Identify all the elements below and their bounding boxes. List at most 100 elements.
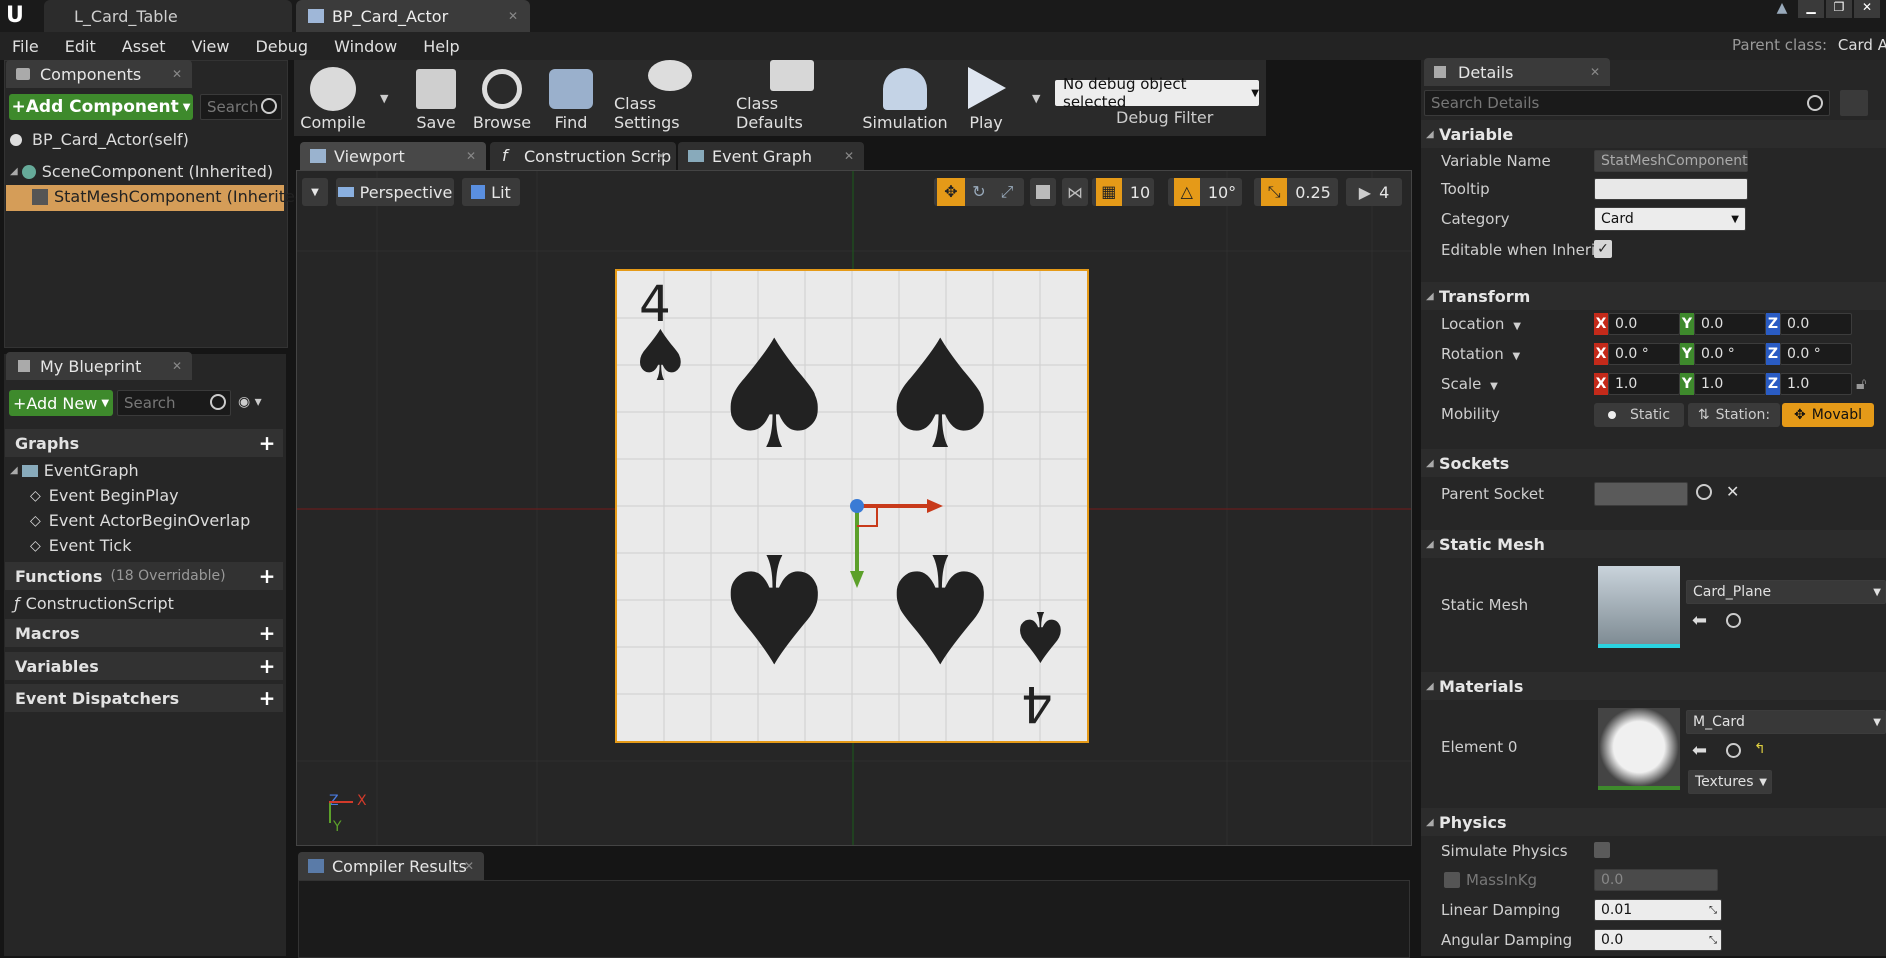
add-component-button[interactable]: +Add Component ▼ — [9, 94, 193, 120]
clear-socket-icon[interactable]: ✕ — [1726, 482, 1739, 501]
lit-button[interactable]: Lit — [462, 178, 520, 206]
rotation-z-field[interactable]: 0.0 ° — [1780, 343, 1852, 365]
blueprint-search-input[interactable]: Search — [117, 390, 231, 416]
tooltip-field[interactable] — [1594, 178, 1748, 200]
event-graph-item[interactable]: ◢ EventGraph — [10, 461, 139, 480]
tab-bp-card-actor[interactable]: BP_Card_Actor ✕ — [296, 0, 530, 32]
surface-snap-button[interactable]: ⋈ — [1062, 178, 1088, 206]
static-mesh-select[interactable]: Card_Plane ▼ — [1686, 580, 1886, 604]
dispatchers-section[interactable]: Event Dispatchers + — [5, 684, 283, 712]
close-icon[interactable]: ✕ — [656, 149, 666, 163]
variables-section[interactable]: Variables + — [5, 652, 283, 680]
functions-section[interactable]: Functions (18 Overridable) + — [5, 562, 283, 590]
my-blueprint-tab[interactable]: My Blueprint ✕ — [6, 352, 192, 380]
transform-section[interactable]: ◢ Transform — [1421, 282, 1886, 310]
material-thumbnail[interactable] — [1598, 708, 1680, 790]
mass-field[interactable]: 0.0 — [1594, 869, 1718, 891]
physics-section[interactable]: ◢ Physics — [1421, 808, 1886, 836]
add-macro-icon[interactable]: + — [257, 623, 277, 643]
parent-class-value[interactable]: Card Ac — [1838, 36, 1886, 54]
compile-options-icon[interactable]: ▼ — [380, 92, 388, 105]
variable-section[interactable]: ◢ Variable — [1421, 120, 1886, 148]
lock-icon[interactable]: 🔓︎ — [1856, 374, 1866, 394]
use-selected-icon[interactable]: ⬅ — [1692, 740, 1707, 761]
add-new-button[interactable]: +Add New ▼ — [9, 390, 113, 416]
compiler-results-tab[interactable]: Compiler Results ✕ — [298, 852, 484, 880]
drag-handle-icon[interactable]: ⤡ — [1709, 905, 1717, 916]
grid-snap-button[interactable]: ▦ 10 — [1092, 178, 1154, 206]
close-icon[interactable]: ✕ — [172, 67, 182, 81]
mobility-stationary-button[interactable]: ⇅ Station: — [1688, 403, 1780, 427]
linear-damping-field[interactable]: 0.01 ⤡ — [1594, 899, 1722, 921]
rotation-y-field[interactable]: 0.0 ° — [1694, 343, 1766, 365]
component-scene[interactable]: ◢ SceneComponent (Inherited) — [10, 162, 273, 181]
event-item[interactable]: ◇ Event Tick — [30, 536, 132, 555]
camera-speed-button[interactable]: ▶ 4 — [1346, 178, 1402, 206]
location-label[interactable]: Location ▼ — [1441, 315, 1521, 333]
eye-icon[interactable]: ◉ ▾ — [238, 394, 272, 412]
browse-socket-icon[interactable] — [1696, 484, 1712, 500]
material-select[interactable]: M_Card ▼ — [1686, 710, 1886, 734]
tab-construction-script[interactable]: f Construction Scrip ✕ — [490, 142, 676, 170]
static-mesh-thumbnail[interactable] — [1598, 566, 1680, 648]
unreal-logo-icon[interactable]: U — [6, 4, 32, 28]
play-options-icon[interactable]: ▼ — [1032, 92, 1040, 105]
close-icon[interactable]: ✕ — [464, 859, 474, 873]
menu-asset[interactable]: Asset — [122, 37, 166, 56]
scale-y-field[interactable]: 1.0 — [1694, 373, 1766, 395]
close-icon[interactable]: ✕ — [1590, 65, 1600, 79]
scale-z-field[interactable]: 1.0 — [1780, 373, 1852, 395]
menu-view[interactable]: View — [192, 37, 230, 56]
mobility-movable-button[interactable]: ✥ Movabl — [1782, 403, 1874, 427]
close-icon[interactable]: ✕ — [172, 359, 182, 373]
simulation-button[interactable]: Simulation — [860, 60, 950, 134]
static-mesh-section[interactable]: ◢ Static Mesh — [1421, 530, 1886, 558]
menu-window[interactable]: Window — [334, 37, 397, 56]
parent-socket-field[interactable] — [1594, 482, 1688, 506]
location-z-field[interactable]: 0.0 — [1780, 313, 1852, 335]
textures-select[interactable]: Textures ▼ — [1688, 770, 1772, 794]
add-dispatcher-icon[interactable]: + — [257, 688, 277, 708]
details-tab[interactable]: Details ✕ — [1424, 58, 1610, 86]
reset-icon[interactable]: ↰ — [1754, 741, 1766, 757]
help-icon[interactable]: ▲ — [1768, 0, 1796, 22]
save-button[interactable]: Save — [410, 60, 462, 134]
close-icon[interactable]: ✕ — [844, 149, 854, 163]
browse-mesh-icon[interactable] — [1726, 613, 1741, 628]
transform-mode-group[interactable]: ✥ ↻ ⤢ — [934, 178, 1024, 206]
tab-l-card-table[interactable]: L_Card_Table — [44, 0, 292, 32]
component-self[interactable]: BP_Card_Actor(self) — [10, 130, 189, 149]
browse-button[interactable]: Browse — [472, 60, 532, 134]
find-button[interactable]: Find — [544, 60, 598, 134]
scale-icon[interactable]: ⤢ — [993, 178, 1021, 206]
class-settings-button[interactable]: Class Settings — [614, 60, 726, 134]
graphs-section[interactable]: Graphs + — [5, 429, 283, 457]
debug-object-select[interactable]: No debug object selected ▼ — [1055, 75, 1259, 111]
translate-icon[interactable]: ✥ — [937, 178, 965, 206]
macros-section[interactable]: Macros + — [5, 619, 283, 647]
rotation-snap-button[interactable]: △ 10° — [1168, 178, 1242, 206]
components-tab[interactable]: Components ✕ — [6, 60, 192, 88]
menu-edit[interactable]: Edit — [65, 37, 96, 56]
rotate-icon[interactable]: ↻ — [965, 178, 993, 206]
property-matrix-icon[interactable] — [1840, 90, 1868, 116]
transform-gizmo[interactable] — [847, 496, 967, 606]
event-item[interactable]: ◇ Event ActorBeginOverlap — [30, 511, 250, 530]
components-search-input[interactable]: Search — [200, 94, 282, 120]
rotation-x-field[interactable]: 0.0 ° — [1608, 343, 1680, 365]
menu-debug[interactable]: Debug — [255, 37, 308, 56]
class-defaults-button[interactable]: Class Defaults — [736, 60, 848, 134]
add-function-icon[interactable]: + — [257, 566, 277, 586]
coordinate-system-button[interactable] — [1030, 178, 1056, 206]
viewport-options-button[interactable]: ▼ — [302, 178, 328, 206]
scale-label[interactable]: Scale ▼ — [1441, 375, 1498, 393]
materials-section[interactable]: ◢ Materials — [1421, 672, 1886, 700]
play-button[interactable]: Play — [958, 60, 1014, 134]
browse-material-icon[interactable] — [1726, 743, 1741, 758]
perspective-button[interactable]: Perspective — [336, 178, 454, 206]
construction-script-item[interactable]: ƒ ConstructionScript — [14, 594, 174, 613]
close-window-icon[interactable]: ✕ — [1854, 0, 1880, 18]
mobility-static-button[interactable]: Static — [1594, 403, 1684, 427]
scale-x-field[interactable]: 1.0 — [1608, 373, 1680, 395]
simulate-physics-checkbox[interactable] — [1594, 842, 1610, 858]
